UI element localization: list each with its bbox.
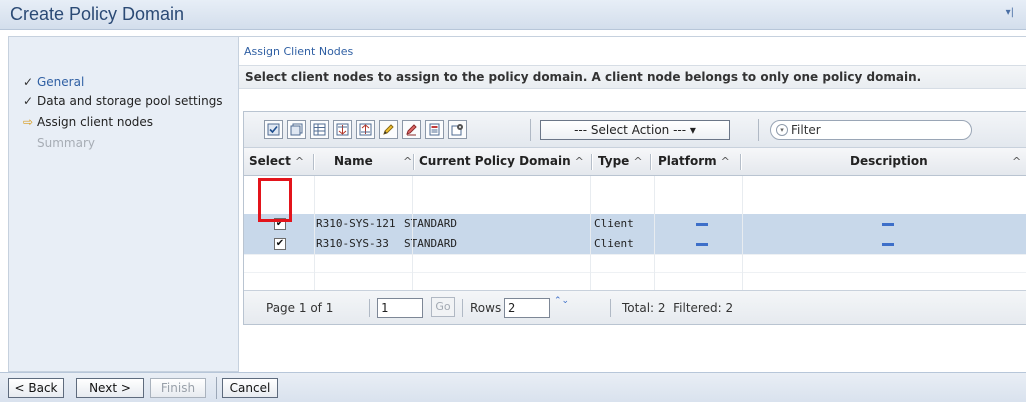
current-step-arrow-icon: ⇨	[23, 115, 34, 129]
clear-icon[interactable]	[402, 120, 421, 139]
empty-row	[244, 254, 1026, 274]
properties-icon[interactable]	[425, 120, 444, 139]
filter-placeholder: Filter	[791, 123, 821, 137]
collapse-icon[interactable]: ▾|	[1006, 7, 1014, 18]
description-band: Select client nodes to assign to the pol…	[239, 65, 1026, 89]
nav-item-summary: Summary	[23, 136, 95, 150]
sort-icon: ^	[720, 155, 730, 168]
empty-row	[244, 272, 1026, 292]
cell-name: R310-SYS-121	[316, 217, 396, 230]
title-bar: Create Policy Domain ▾|	[0, 0, 1026, 30]
column-resize-handle	[591, 154, 593, 170]
filter-funnel-icon[interactable]: ▾	[776, 124, 788, 136]
select-all-icon[interactable]	[264, 120, 283, 139]
cell-name: R310-SYS-33	[316, 237, 389, 250]
page-description: Select client nodes to assign to the pol…	[245, 70, 922, 84]
selection-highlight-box	[258, 178, 292, 222]
edit-icon[interactable]	[379, 120, 398, 139]
cell-platform-empty	[696, 223, 708, 226]
expand-icon[interactable]	[356, 120, 375, 139]
column-resize-handle	[650, 154, 652, 170]
deselect-all-icon[interactable]	[287, 120, 306, 139]
sort-icon: ^	[633, 155, 643, 168]
pagination-bar: Page 1 of 1 1 Go Rows 2 ⌃⌄ Total: 2 Filt…	[244, 290, 1026, 324]
column-header-select[interactable]: Select ^	[249, 148, 315, 176]
checkmark-icon: ✓	[23, 75, 34, 89]
table-row[interactable]: ✔ R310-SYS-33 STANDARD Client	[244, 234, 1026, 254]
nav-item-general[interactable]: ✓ General	[23, 75, 84, 89]
sort-icon: ^	[294, 155, 305, 168]
column-header-description[interactable]: Description	[850, 148, 928, 176]
rows-label: Rows	[470, 301, 502, 315]
checkmark-icon: ✓	[23, 94, 34, 108]
column-resize-handle	[313, 154, 315, 170]
cell-description-empty	[882, 243, 894, 246]
cell-type: Client	[594, 217, 634, 230]
column-header-current-policy-domain[interactable]: Current Policy Domain ^	[419, 148, 593, 176]
next-button[interactable]: Next >	[76, 378, 144, 398]
select-action-dropdown[interactable]: --- Select Action --- ▾	[540, 120, 730, 140]
configure-icon[interactable]	[448, 120, 467, 139]
wizard-footer: < Back Next > Finish Cancel	[0, 372, 1026, 402]
nav-item-label: Assign client nodes	[37, 115, 154, 129]
table-row[interactable]: ✔ R310-SYS-121 STANDARD Client	[244, 214, 1026, 234]
rows-per-page-input[interactable]: 2	[504, 298, 550, 318]
go-button[interactable]: Go	[431, 297, 455, 317]
nav-item-assign-client-nodes[interactable]: ⇨ Assign client nodes	[23, 115, 153, 129]
sort-icon: ^	[574, 155, 584, 168]
column-header-type[interactable]: Type ^	[598, 148, 652, 176]
cell-platform-empty	[696, 243, 708, 246]
row-checkbox[interactable]: ✔	[274, 238, 286, 250]
page-number-input[interactable]: 1	[377, 298, 423, 318]
finish-button: Finish	[150, 378, 206, 398]
filter-input[interactable]: ▾ Filter	[770, 120, 972, 140]
table-header: Select ^ Name ^ Current Policy Domain ^ Ty…	[244, 148, 1026, 176]
sort-icon-description[interactable]: ^	[1008, 148, 1021, 176]
column-header-name[interactable]: Name	[334, 148, 373, 176]
nav-item-data-storage[interactable]: ✓ Data and storage pool settings	[23, 94, 223, 108]
window-title: Create Policy Domain	[10, 4, 185, 24]
page-indicator: Page 1 of 1	[266, 301, 334, 315]
toolbar-separator	[758, 119, 759, 141]
column-resize-handle	[740, 154, 742, 170]
table-toolbar: --- Select Action --- ▾ ▾ Filter	[244, 112, 1026, 148]
back-button[interactable]: < Back	[8, 378, 64, 398]
cell-description-empty	[882, 223, 894, 226]
nav-item-label: Summary	[37, 136, 95, 150]
nav-item-label: General	[37, 75, 85, 89]
collapse-icon[interactable]	[333, 120, 352, 139]
wizard-nav: ✓ General ✓ Data and storage pool settings…	[8, 36, 238, 372]
rows-spinner-icon[interactable]: ⌃⌄	[554, 296, 569, 320]
toolbar-separator	[530, 119, 531, 141]
column-header-platform[interactable]: Platform ^	[658, 148, 742, 176]
main-panel: Assign Client Nodes Select client nodes …	[238, 36, 1026, 372]
section-label: Assign Client Nodes	[244, 45, 354, 58]
cancel-button[interactable]: Cancel	[222, 378, 278, 398]
client-nodes-table: --- Select Action --- ▾ ▾ Filter Select ^…	[243, 111, 1026, 325]
column-resize-handle	[413, 154, 415, 170]
table-icon[interactable]	[310, 120, 329, 139]
totals-text: Total: 2 Filtered: 2	[622, 301, 734, 315]
nav-item-label: Data and storage pool settings	[37, 94, 223, 108]
sort-icon-name[interactable]: ^	[399, 148, 415, 176]
cell-type: Client	[594, 237, 634, 250]
